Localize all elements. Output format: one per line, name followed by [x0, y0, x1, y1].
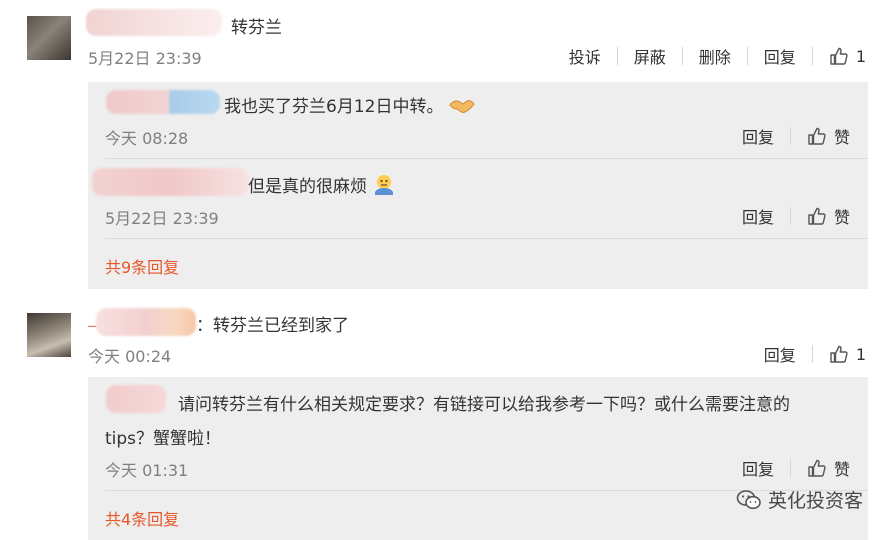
- more-replies-link[interactable]: 共4条回复: [105, 506, 179, 530]
- like-count: 1: [855, 344, 866, 364]
- reply-actions: 回复 赞: [742, 456, 850, 480]
- comment-time: 5月22日 23:39: [88, 49, 202, 68]
- comment-actions: 回复 1: [764, 342, 866, 366]
- reply-actions: 回复 赞: [742, 204, 850, 228]
- thumbs-up-icon: [808, 207, 826, 225]
- wechat-icon: [736, 489, 761, 509]
- like-label: 赞: [833, 208, 850, 227]
- shrug-emoji-icon: [375, 175, 394, 195]
- separator: [811, 47, 813, 65]
- reply-button[interactable]: 回复: [764, 44, 796, 68]
- avatar[interactable]: [27, 313, 71, 357]
- comment-time: 今天 00:24: [88, 347, 172, 366]
- blurred-username: [92, 168, 248, 196]
- separator: [811, 345, 813, 363]
- like-label: 赞: [833, 128, 850, 147]
- like-button[interactable]: 1: [829, 344, 866, 364]
- comment-feed: 转芬兰 5月22日 23:39 投诉 屏蔽 删除 回复 1 我也买了芬兰6月12…: [0, 0, 893, 540]
- more-replies-link[interactable]: 共9条回复: [105, 254, 179, 278]
- like-button[interactable]: 赞: [807, 204, 850, 228]
- blurred-username: [106, 385, 166, 413]
- watermark-label: 英化投资客: [767, 490, 863, 512]
- avatar[interactable]: [27, 16, 71, 60]
- divider: [105, 158, 868, 159]
- separator: [789, 207, 791, 225]
- reply-button[interactable]: 回复: [742, 124, 774, 148]
- separator: [616, 47, 618, 65]
- reply-text: 但是真的很麻烦: [248, 172, 396, 197]
- separator: [681, 47, 683, 65]
- divider: [105, 238, 868, 239]
- reply-text: 我也买了芬兰6月12日中转。: [224, 92, 475, 117]
- reply-button[interactable]: 回复: [742, 204, 774, 228]
- like-count: 1: [855, 46, 866, 66]
- thumbs-up-icon: [808, 459, 826, 477]
- separator: [789, 459, 791, 477]
- blurred-username: [96, 308, 196, 336]
- like-label: 赞: [833, 460, 850, 479]
- watermark: 英化投资客: [736, 486, 863, 513]
- delete-button[interactable]: 删除: [699, 44, 731, 68]
- reply-actions: 回复 赞: [742, 124, 850, 148]
- reply-time: 今天 08:28: [105, 129, 189, 148]
- like-button[interactable]: 1: [829, 46, 866, 66]
- separator: [789, 127, 791, 145]
- thumbs-up-icon: [830, 345, 848, 363]
- like-button[interactable]: 赞: [807, 124, 850, 148]
- block-button[interactable]: 屏蔽: [634, 44, 666, 68]
- reply-text-line1: 请问转芬兰有什么相关规定要求？有链接可以给我参考一下吗？或什么需要注意的: [178, 395, 790, 415]
- separator: [746, 47, 748, 65]
- handshake-icon: [449, 100, 475, 113]
- reply-button[interactable]: 回复: [742, 456, 774, 480]
- reply-button[interactable]: 回复: [764, 342, 796, 366]
- comment-text: 转芬兰: [231, 18, 282, 38]
- like-button[interactable]: 赞: [807, 456, 850, 480]
- comment-text: ：转芬兰已经到家了: [196, 316, 349, 336]
- reply-time: 5月22日 23:39: [105, 209, 219, 228]
- reply-time: 今天 01:31: [105, 461, 189, 480]
- report-button[interactable]: 投诉: [569, 44, 601, 68]
- blurred-username: [86, 9, 222, 36]
- thumbs-up-icon: [808, 127, 826, 145]
- thumbs-up-icon: [830, 47, 848, 65]
- blurred-username: [106, 90, 220, 114]
- comment-actions: 投诉 屏蔽 删除 回复 1: [569, 44, 866, 68]
- reply-text-line2: tips？蟹蟹啦！: [105, 429, 222, 449]
- reply-box: 我也买了芬兰6月12日中转。 今天 08:28 回复 赞 但是真的很麻烦 5月2…: [88, 82, 868, 289]
- reply-box: 请问转芬兰有什么相关规定要求？有链接可以给我参考一下吗？或什么需要注意的 tip…: [88, 377, 868, 540]
